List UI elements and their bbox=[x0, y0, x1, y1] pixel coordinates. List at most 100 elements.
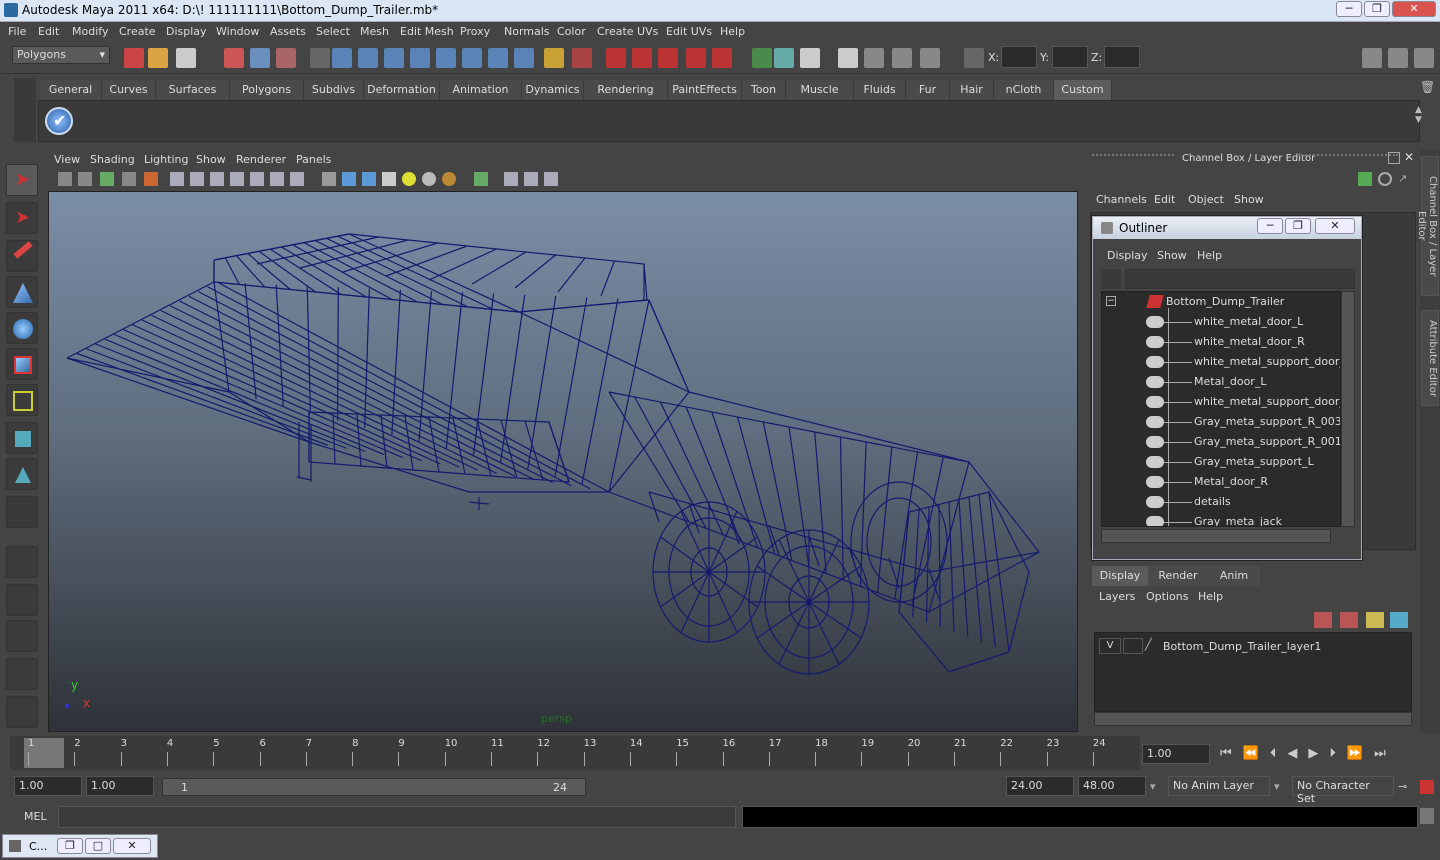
camera-bookmark-icon[interactable] bbox=[78, 172, 92, 186]
animation-end-field[interactable]: 48.00 bbox=[1078, 776, 1146, 796]
select-tool-icon[interactable]: ➤ bbox=[6, 164, 38, 196]
tab-surfaces[interactable]: Surfaces bbox=[156, 80, 230, 100]
z-field[interactable] bbox=[1104, 46, 1140, 68]
outliner-item[interactable]: white_metal_support_door_L_ bbox=[1102, 352, 1340, 372]
tab-channel-box[interactable]: Channel Box / Layer Editor bbox=[1416, 156, 1439, 296]
shelf-menu-handle[interactable] bbox=[14, 78, 36, 142]
texture-toggle-icon[interactable] bbox=[290, 172, 304, 186]
layer-hscrollbar[interactable] bbox=[1094, 712, 1412, 726]
wireframe-icon[interactable] bbox=[170, 172, 184, 186]
menu-file[interactable]: File bbox=[8, 25, 26, 38]
render-globals-icon[interactable] bbox=[712, 48, 732, 68]
layer-visibility-toggle[interactable]: V bbox=[1099, 638, 1121, 654]
save-scene-icon[interactable] bbox=[176, 48, 196, 68]
menu-edit-mesh[interactable]: Edit Mesh bbox=[400, 25, 454, 38]
playback-start-field[interactable]: 1.00 bbox=[86, 776, 154, 796]
menu-edit[interactable]: Edit bbox=[38, 25, 59, 38]
script-editor-icon[interactable] bbox=[1420, 808, 1434, 824]
render-frame-icon[interactable] bbox=[606, 48, 626, 68]
last-tool-icon[interactable] bbox=[6, 496, 38, 528]
image-plane-icon[interactable] bbox=[100, 172, 114, 186]
channel-key-icon[interactable] bbox=[1358, 172, 1372, 186]
hypershade-icon[interactable] bbox=[686, 48, 706, 68]
mode-selector[interactable]: Polygons ▾ bbox=[12, 46, 110, 64]
layer-help-menu[interactable]: Help bbox=[1198, 590, 1223, 603]
tab-ncloth[interactable]: nCloth bbox=[994, 80, 1054, 100]
tab-fluids[interactable]: Fluids bbox=[854, 80, 906, 100]
chevron-down-icon[interactable]: ▾ bbox=[1274, 780, 1280, 793]
select-hierarchy-icon[interactable] bbox=[224, 48, 244, 68]
tab-animation[interactable]: Animation bbox=[440, 80, 522, 100]
scale-tool-icon[interactable] bbox=[6, 348, 38, 380]
tab-subdivs[interactable]: Subdivs bbox=[304, 80, 364, 100]
outliner-filter-icon[interactable] bbox=[1101, 269, 1121, 289]
checkmark-shelf-icon[interactable]: ✔ bbox=[45, 107, 73, 135]
layer-editor-icon[interactable] bbox=[920, 48, 940, 68]
channel-toggle-icon[interactable] bbox=[1414, 48, 1434, 68]
trash-icon[interactable]: 🗑 bbox=[1420, 80, 1435, 96]
panel-menu-shading[interactable]: Shading bbox=[90, 153, 135, 166]
menu-create[interactable]: Create bbox=[119, 25, 156, 38]
ambient-occlusion-icon[interactable] bbox=[422, 172, 436, 186]
outliner-item[interactable]: white_metal_door_R bbox=[1102, 332, 1340, 352]
tab-muscle[interactable]: Muscle bbox=[786, 80, 854, 100]
panel-layout-icon[interactable] bbox=[800, 48, 820, 68]
x-field[interactable] bbox=[1001, 46, 1037, 68]
resolution-gate-icon[interactable] bbox=[474, 172, 488, 186]
film-gate-icon[interactable] bbox=[144, 172, 158, 186]
share-icon[interactable] bbox=[544, 172, 558, 186]
layer-type-toggle[interactable] bbox=[1123, 638, 1143, 654]
lock-selection-icon[interactable] bbox=[310, 48, 330, 68]
tab-rendering[interactable]: Rendering bbox=[584, 80, 668, 100]
animation-start-field[interactable]: 1.00 bbox=[14, 776, 82, 796]
menu-display[interactable]: Display bbox=[166, 25, 207, 38]
outliner-item[interactable]: white_metal_support_door_L_ bbox=[1102, 392, 1340, 412]
paint-select-icon[interactable] bbox=[6, 240, 38, 272]
anim-layer-dropdown[interactable]: No Anim Layer bbox=[1168, 776, 1270, 796]
outliner-item[interactable]: Gray_meta_support_L bbox=[1102, 452, 1340, 472]
outliner-vscrollbar[interactable] bbox=[1341, 291, 1355, 527]
layer-options-menu[interactable]: Options bbox=[1146, 590, 1188, 603]
tab-anim[interactable]: Anim bbox=[1208, 566, 1260, 586]
snap-curve-icon[interactable] bbox=[358, 48, 378, 68]
move-layer-up-icon[interactable] bbox=[1314, 612, 1332, 628]
menu-modify[interactable]: Modify bbox=[72, 25, 108, 38]
tool-toggle-icon[interactable] bbox=[1388, 48, 1408, 68]
channel-refresh-icon[interactable] bbox=[1378, 172, 1392, 186]
outliner-minimize-button[interactable]: ─ bbox=[1257, 218, 1283, 234]
outliner-search-field[interactable] bbox=[1125, 269, 1355, 289]
input-ops-icon[interactable] bbox=[488, 48, 508, 68]
outliner-persp-layout-icon[interactable] bbox=[6, 620, 38, 652]
menu-assets[interactable]: Assets bbox=[270, 25, 306, 38]
wireframe-on-shaded-icon[interactable] bbox=[210, 172, 224, 186]
rename-icon[interactable] bbox=[774, 48, 794, 68]
range-slider[interactable]: 1 24 bbox=[162, 778, 586, 796]
safe-action-icon[interactable] bbox=[504, 172, 518, 186]
close-panel-icon[interactable]: ✕ bbox=[1404, 150, 1414, 164]
snap-point-icon[interactable] bbox=[384, 48, 404, 68]
transform-mode-icon[interactable] bbox=[964, 48, 984, 68]
tab-general[interactable]: General bbox=[40, 80, 102, 100]
layers-menu[interactable]: Layers bbox=[1099, 590, 1135, 603]
tab-render[interactable]: Render bbox=[1148, 566, 1208, 586]
restore-button[interactable]: ❐ bbox=[57, 838, 83, 854]
script-icon[interactable] bbox=[6, 696, 38, 728]
rotate-tool-icon[interactable] bbox=[6, 312, 38, 344]
close-button[interactable]: ✕ bbox=[113, 838, 151, 854]
tab-deformation[interactable]: Deformation bbox=[364, 80, 440, 100]
panel-menu-lighting[interactable]: Lighting bbox=[144, 153, 188, 166]
outliner-item[interactable]: Metal_door_L bbox=[1102, 372, 1340, 392]
tab-fur[interactable]: Fur bbox=[906, 80, 950, 100]
input-line-icon[interactable] bbox=[752, 48, 772, 68]
grid-toggle-icon[interactable] bbox=[122, 172, 136, 186]
tab-hair[interactable]: Hair bbox=[950, 80, 994, 100]
new-scene-icon[interactable] bbox=[124, 48, 144, 68]
channel-show-menu[interactable]: Show bbox=[1234, 193, 1264, 206]
panel-menu-view[interactable]: View bbox=[54, 153, 80, 166]
chevron-down-icon[interactable]: ▾ bbox=[1150, 780, 1156, 793]
select-component-icon[interactable] bbox=[276, 48, 296, 68]
open-scene-icon[interactable] bbox=[148, 48, 168, 68]
character-set-dropdown[interactable]: No Character Set bbox=[1292, 776, 1394, 805]
single-pane-layout-icon[interactable] bbox=[6, 546, 38, 578]
isolate-select-icon[interactable] bbox=[270, 172, 284, 186]
